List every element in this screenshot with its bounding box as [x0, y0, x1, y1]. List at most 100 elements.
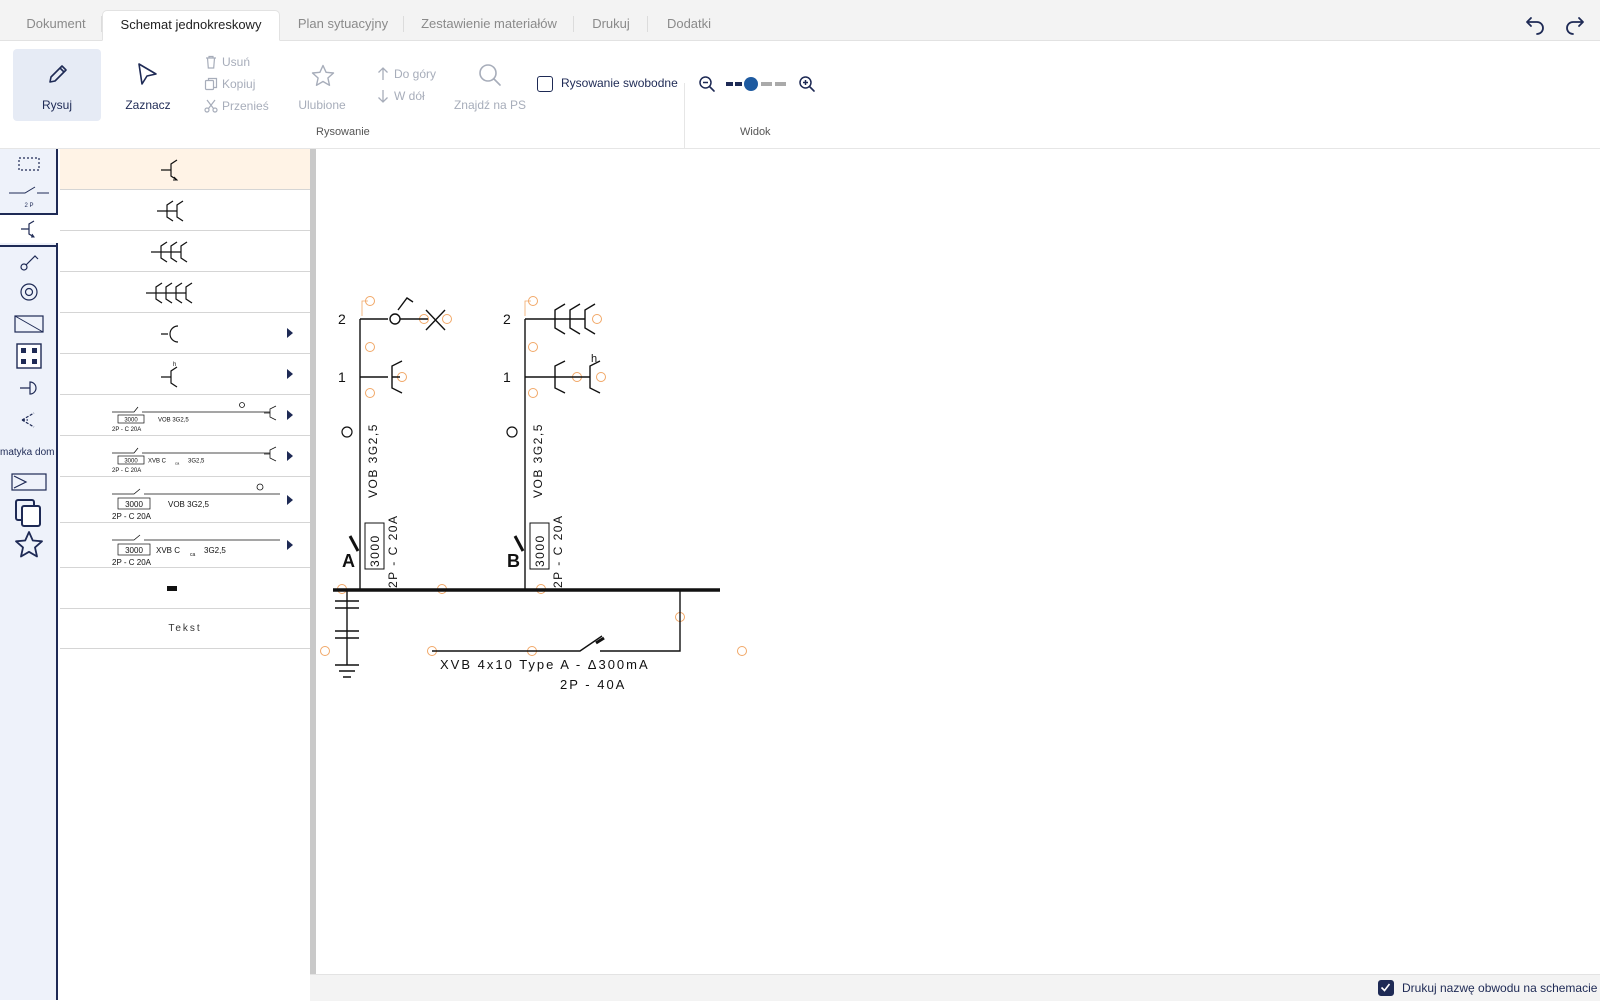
category-selection[interactable]: [0, 149, 58, 179]
select-label: Zaznacz: [125, 98, 171, 112]
r10-cable-end: 3G2,5: [204, 546, 226, 555]
socket-triple-icon: [151, 241, 188, 263]
category-device[interactable]: [0, 309, 58, 339]
move-down-label: W dół: [394, 89, 425, 103]
draw-label: Rysuj: [41, 98, 72, 112]
symbol-circuit-xvb-1[interactable]: 3000 XVB C ca 3G2,5 2P - C 20A: [60, 436, 310, 477]
circuit-vob-icon: 3000 VOB 3G2,5 2P - C 20A: [112, 402, 277, 433]
redo-icon[interactable]: [1562, 12, 1586, 36]
r9-num: 3000: [125, 500, 143, 509]
tab-zestawienie-materialow[interactable]: Zestawienie materiałów: [404, 10, 574, 40]
category-lamp-switch[interactable]: [0, 245, 58, 277]
arrow-up-icon: [378, 67, 388, 80]
r10-num: 3000: [125, 546, 143, 555]
zoom-in-icon[interactable]: [798, 75, 816, 93]
circuit-b-row-1: 1: [503, 369, 511, 385]
delete-label: Usuń: [222, 55, 251, 69]
favorites-button[interactable]: Ulubione: [290, 53, 354, 113]
symbol-plug[interactable]: [60, 313, 310, 354]
category-box[interactable]: [0, 341, 58, 371]
circle-icon: [20, 283, 38, 301]
socket-h-icon: h: [161, 362, 178, 388]
device-icon: [14, 315, 44, 333]
symbol-circuit-vob-2[interactable]: 3000 VOB 3G2,5 2P - C 20A: [60, 477, 310, 523]
zoom-slider[interactable]: [726, 75, 788, 93]
zoom-slider-thumb[interactable]: [744, 77, 758, 91]
symbol-socket-3[interactable]: [60, 231, 310, 272]
switch-2p-icon: 2 P: [9, 186, 49, 209]
symbol-socket-1[interactable]: [60, 149, 310, 190]
category-switches[interactable]: 2 P: [0, 181, 58, 215]
circuit-xvb-icon: 3000 XVB C ca 3G2,5 2P - C 20A: [112, 446, 277, 474]
tab-drukuj[interactable]: Drukuj: [574, 10, 648, 40]
symbol-busbar[interactable]: [60, 568, 310, 609]
undo-icon[interactable]: [1524, 12, 1548, 36]
find-button[interactable]: Znajdź na PS: [452, 53, 528, 113]
text-symbol-label: Tekst: [168, 623, 202, 634]
circuit-a-protection: 2P - C 20A: [386, 515, 400, 588]
socket-icon: [21, 220, 35, 238]
scissors-icon: [204, 99, 218, 113]
r9-cable: VOB 3G2,5: [168, 500, 209, 509]
favorites-label: Ulubione: [298, 98, 346, 112]
tab-plan-sytuacyjny[interactable]: Plan sytuacyjny: [282, 10, 404, 40]
category-home-automation[interactable]: matyka dom: [0, 437, 58, 467]
expand-arrow-icon[interactable]: [287, 494, 293, 505]
circuit-a-row-2: 2: [338, 311, 346, 327]
symbol-circuit-vob-1[interactable]: 3000 VOB 3G2,5 2P - C 20A: [60, 395, 310, 436]
freehand-checkbox[interactable]: [537, 76, 553, 92]
zoom-step-2: [735, 82, 742, 86]
move-up-button[interactable]: Do góry: [376, 65, 446, 83]
move-down-button[interactable]: W dół: [376, 87, 446, 105]
expand-arrow-icon[interactable]: [287, 410, 293, 420]
single-line-diagram[interactable]: 2 1 2 1 h A B VOB 3G2,5 3000 2P - C 20A …: [316, 149, 1600, 974]
move-button[interactable]: Przenieś: [204, 97, 274, 115]
category-favorites[interactable]: [0, 529, 58, 561]
arrow-down-icon: [378, 90, 388, 103]
expand-arrow-icon[interactable]: [287, 369, 293, 379]
home-automation-label: matyka dom: [0, 446, 55, 458]
copy-button[interactable]: Kopiuj: [204, 75, 264, 93]
find-label: Znajdź na PS: [453, 98, 527, 112]
expand-arrow-icon[interactable]: [287, 540, 293, 550]
tab-dokument[interactable]: Dokument: [10, 10, 102, 40]
symbol-socket-2[interactable]: [60, 190, 310, 231]
r10-prot: 2P - C 20A: [112, 558, 152, 567]
category-copy[interactable]: [0, 497, 58, 529]
switch-2p-label: 2 P: [24, 203, 33, 209]
category-sockets[interactable]: [0, 215, 60, 243]
tab-dodatki[interactable]: Dodatki: [648, 10, 730, 40]
star-icon: [15, 531, 43, 558]
circuit-b-number: 3000: [533, 534, 547, 567]
plug-icon: [20, 381, 37, 395]
main-cable-label: XVB 4x10 Type A - Δ300mA: [440, 657, 650, 672]
busbar-icon: [167, 586, 177, 591]
print-circuit-name-checkbox[interactable]: [1378, 980, 1394, 996]
tab-schemat-jednokreskowy[interactable]: Schemat jednokreskowy: [102, 10, 280, 41]
category-plug[interactable]: [0, 373, 58, 403]
schema-canvas[interactable]: 2 1 2 1 h A B VOB 3G2,5 3000 2P - C 20A …: [316, 149, 1600, 974]
category-circle[interactable]: [0, 277, 58, 307]
trash-icon: [206, 55, 216, 69]
circuit-b-h-label: h: [591, 353, 597, 365]
pencil-icon: [49, 65, 67, 83]
zoom-out-icon[interactable]: [698, 75, 716, 93]
circuit-xvb-2-icon: 3000 XVB C ca 3G2,5 2P - C 20A: [112, 534, 280, 567]
category-sensor[interactable]: [0, 405, 58, 435]
symbol-library: h 3000 VOB 3G2,5 2P - C 20A 3000 XVB C c…: [60, 149, 310, 649]
expand-arrow-icon[interactable]: [287, 328, 293, 338]
draw-button[interactable]: Rysuj: [13, 49, 101, 121]
r7-num: 3000: [124, 418, 138, 424]
main-protection-label: 2P - 40A: [560, 677, 626, 692]
symbol-text[interactable]: Tekst: [60, 609, 310, 649]
r7-cable: VOB 3G2,5: [158, 418, 189, 424]
delete-button[interactable]: Usuń: [204, 53, 264, 71]
circuit-a-letter: A: [342, 551, 355, 571]
category-block[interactable]: [0, 467, 58, 497]
symbol-socket-4[interactable]: [60, 272, 310, 313]
symbol-socket-h[interactable]: h: [60, 354, 310, 395]
select-button[interactable]: Zaznacz: [112, 49, 184, 121]
expand-arrow-icon[interactable]: [287, 451, 293, 461]
box-icon: [16, 343, 42, 369]
symbol-circuit-xvb-2[interactable]: 3000 XVB C ca 3G2,5 2P - C 20A: [60, 523, 310, 568]
